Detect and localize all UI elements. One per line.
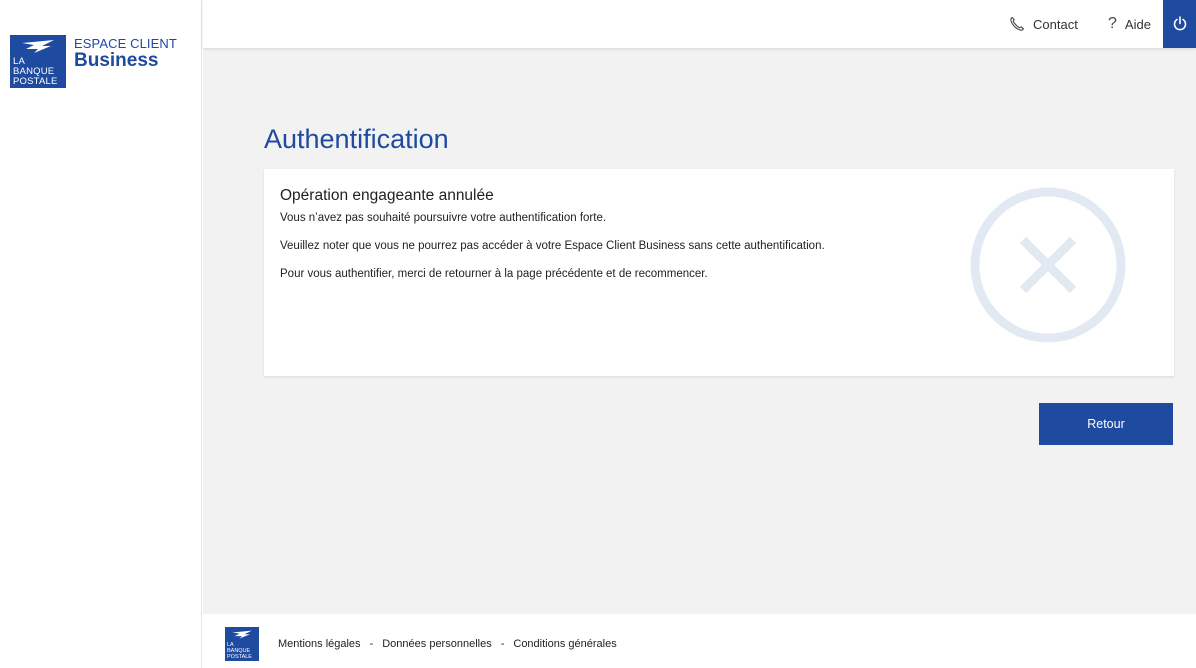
footer-logo-wordmark: LA BANQUE POSTALE — [227, 642, 252, 660]
footer: LA BANQUE POSTALE Mentions légales - Don… — [203, 614, 1196, 668]
logo-wordmark: LA BANQUE POSTALE — [13, 57, 58, 87]
cancel-circle-icon — [970, 187, 1126, 343]
brand-logo[interactable]: LA BANQUE POSTALE ESPACE CLIENT Business — [10, 35, 177, 88]
mentions-legales-link[interactable]: Mentions légales — [278, 638, 361, 650]
phone-icon — [1009, 16, 1025, 32]
footer-links: Mentions légales - Données personnelles … — [278, 638, 617, 650]
message-card: Opération engageante annulée Vous n’avez… — [264, 169, 1174, 376]
message-line-1: Vous n’avez pas souhaité poursuivre votr… — [280, 212, 607, 224]
message-line-3: Pour vous authentifier, merci de retourn… — [280, 268, 708, 280]
brand-text: ESPACE CLIENT Business — [74, 37, 177, 71]
aide-link[interactable]: ? Aide — [1108, 0, 1151, 48]
message-line-2: Veuillez noter que vous ne pourrez pas a… — [280, 240, 825, 252]
bird-icon — [232, 630, 252, 639]
logo-line-3: POSTALE — [13, 76, 58, 87]
card-title: Opération engageante annulée — [280, 187, 494, 204]
la-banque-postale-logo: LA BANQUE POSTALE — [10, 35, 66, 88]
bird-icon — [22, 40, 54, 53]
donnees-personnelles-link[interactable]: Données personnelles — [382, 638, 491, 650]
espace-client-label: ESPACE CLIENT — [74, 36, 177, 51]
conditions-generales-link[interactable]: Conditions générales — [513, 638, 616, 650]
retour-button[interactable]: Retour — [1039, 403, 1173, 445]
footer-logo-line-3: POSTALE — [227, 654, 252, 660]
business-label: Business — [74, 50, 159, 71]
main-content: Authentification Opération engageante an… — [203, 48, 1196, 614]
power-icon — [1173, 16, 1186, 31]
question-icon: ? — [1108, 15, 1117, 32]
footer-separator: - — [500, 638, 505, 650]
aide-label: Aide — [1124, 16, 1151, 32]
contact-label: Contact — [1033, 16, 1078, 32]
footer-logo[interactable]: LA BANQUE POSTALE — [225, 627, 259, 661]
contact-link[interactable]: Contact — [1009, 0, 1078, 48]
logout-button[interactable] — [1163, 0, 1196, 48]
top-bar: Contact ? Aide — [203, 0, 1196, 48]
footer-separator: - — [369, 638, 374, 650]
sidebar: LA BANQUE POSTALE ESPACE CLIENT Business — [0, 0, 202, 668]
page-title: Authentification — [264, 124, 449, 154]
